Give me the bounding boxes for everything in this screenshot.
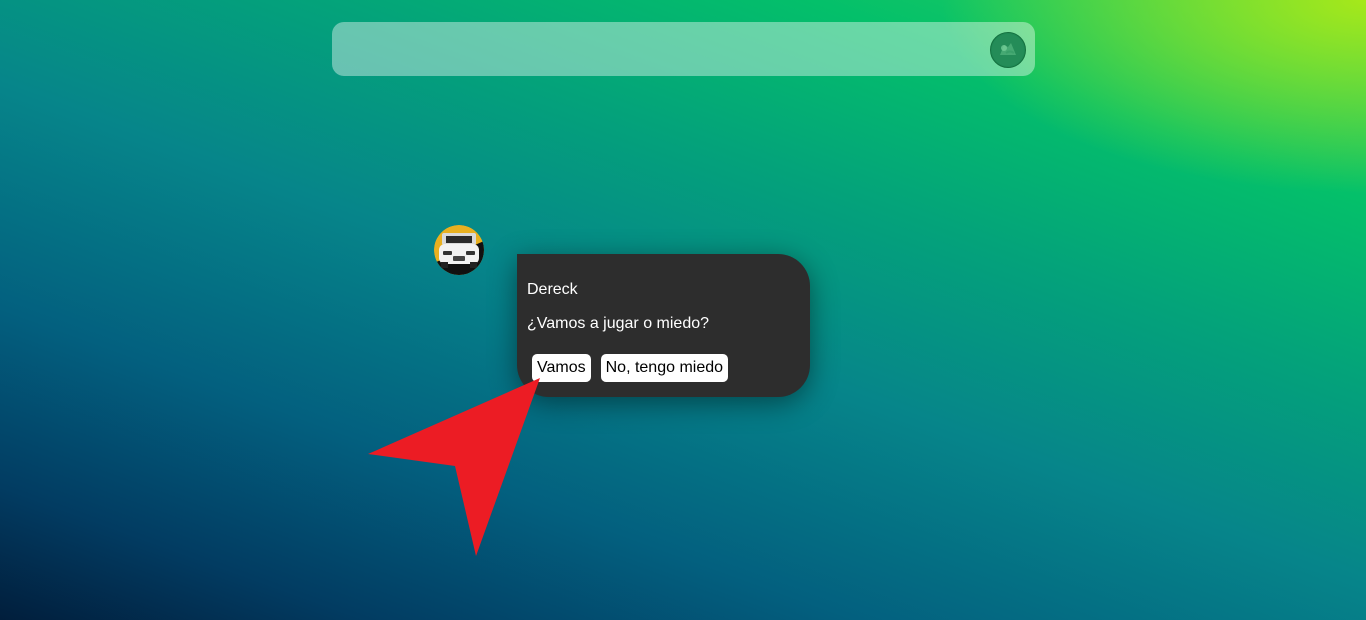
chat-bubble: Dereck ¿Vamos a jugar o miedo? Vamos No,… [517, 254, 810, 397]
top-search-bar[interactable] [332, 22, 1035, 76]
avatar-icon[interactable] [990, 32, 1026, 68]
message-text: ¿Vamos a jugar o miedo? [527, 315, 710, 332]
car-avatar-icon [434, 225, 484, 275]
sender-name: Dereck [527, 281, 578, 298]
accept-button[interactable]: Vamos [532, 354, 591, 382]
reply-actions: Vamos No, tengo miedo [532, 354, 729, 382]
decline-button[interactable]: No, tengo miedo [600, 354, 729, 382]
